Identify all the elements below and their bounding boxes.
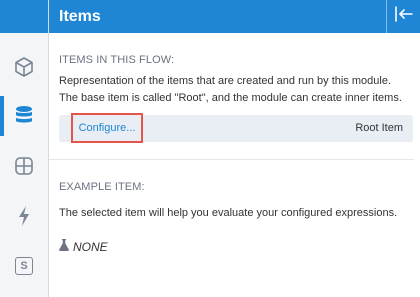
example-description: The selected item will help you evaluate… bbox=[59, 207, 398, 219]
example-item-value-row: NONE bbox=[59, 238, 108, 256]
cube-icon bbox=[13, 56, 35, 78]
root-item-label: Root Item bbox=[355, 122, 403, 134]
panel-title: Items bbox=[59, 7, 101, 25]
items-description: Representation of the items that are cre… bbox=[59, 75, 402, 104]
items-panel: Items ITEMS IN THIS FLOW: Representation… bbox=[49, 0, 420, 297]
panel-header: Items bbox=[49, 0, 420, 33]
lightning-icon bbox=[17, 205, 31, 227]
configure-button[interactable]: Configure... bbox=[71, 113, 143, 143]
s-badge-rail-button[interactable]: S bbox=[0, 246, 48, 286]
grid-icon bbox=[14, 156, 34, 176]
side-rail: S bbox=[0, 0, 49, 297]
items-section-label: ITEMS IN THIS FLOW: bbox=[59, 54, 175, 66]
s-badge-icon: S bbox=[15, 257, 33, 275]
collapse-button[interactable] bbox=[386, 0, 420, 33]
rail-header bbox=[0, 0, 48, 33]
lightning-rail-button[interactable] bbox=[0, 196, 48, 236]
collapse-left-icon bbox=[394, 6, 414, 27]
example-section-label: EXAMPLE ITEM: bbox=[59, 181, 145, 193]
grid-rail-button[interactable] bbox=[0, 146, 48, 186]
flask-icon bbox=[59, 238, 69, 256]
section-divider bbox=[49, 159, 414, 160]
cube-rail-button[interactable] bbox=[0, 47, 48, 87]
database-rail-button[interactable] bbox=[0, 96, 48, 136]
example-item-value: NONE bbox=[73, 240, 108, 254]
database-icon bbox=[14, 105, 34, 127]
